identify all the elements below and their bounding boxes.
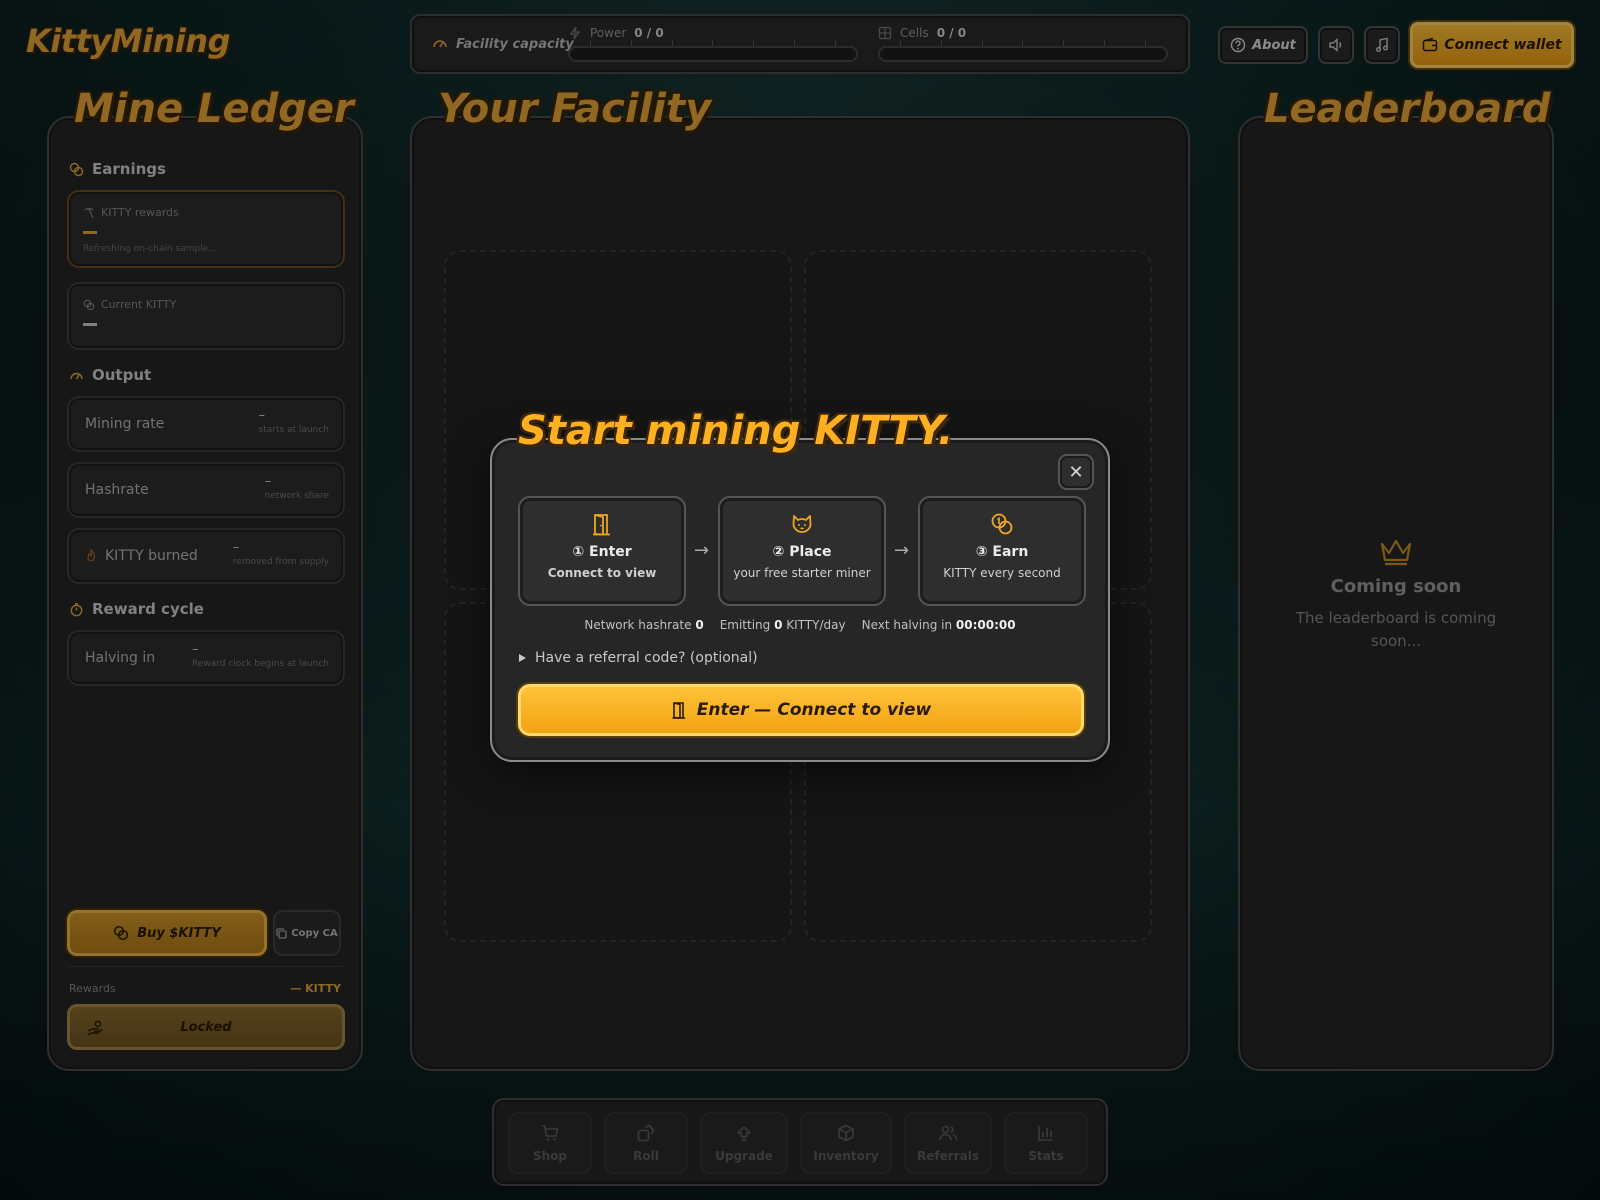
step-earn: ③ Earn KITTY every second	[918, 496, 1086, 606]
close-modal-button[interactable]: ✕	[1058, 454, 1094, 490]
caret-right-icon	[518, 653, 527, 663]
network-stats-line: Network hashrate 0 Emitting 0 KITTY/day …	[584, 618, 1016, 632]
modal-title: Start mining KITTY.	[518, 408, 954, 454]
enter-connect-button[interactable]: Enter — Connect to view	[518, 684, 1084, 736]
cat-face-icon	[720, 512, 884, 536]
step-arrow-icon: →	[894, 540, 910, 561]
step-place: ② Place your free starter miner	[718, 496, 886, 606]
referral-code-toggle[interactable]: Have a referral code? (optional)	[518, 650, 758, 666]
close-icon: ✕	[1068, 461, 1084, 483]
door-small-icon	[671, 701, 687, 719]
step-arrow-icon: →	[694, 540, 710, 561]
start-mining-modal: ✕ ① Enter Connect to view → ② Place your…	[490, 438, 1110, 762]
coins-earn-icon	[920, 512, 1084, 536]
door-icon	[520, 512, 684, 536]
step-enter: ① Enter Connect to view	[518, 496, 686, 606]
